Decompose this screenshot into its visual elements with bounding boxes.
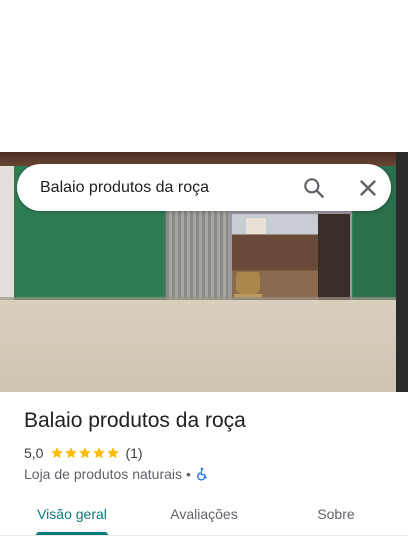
close-icon[interactable] — [355, 175, 381, 201]
tab-divider — [0, 535, 408, 536]
rating-row[interactable]: 5,0 (1) — [24, 444, 143, 462]
map-blank-area — [0, 0, 408, 152]
search-icon[interactable] — [301, 175, 327, 201]
photo-sidewalk — [0, 300, 408, 392]
search-bar — [17, 164, 391, 211]
photo-shop-interior — [318, 214, 350, 308]
tab-about[interactable]: Sobre — [286, 496, 386, 536]
rating-value: 5,0 — [24, 445, 44, 461]
tab-overview[interactable]: Visão geral — [22, 496, 122, 536]
search-input[interactable] — [40, 164, 290, 211]
star-rating — [50, 446, 120, 460]
photo-rolling-shutter — [165, 210, 231, 304]
wheelchair-icon[interactable] — [195, 467, 209, 481]
photo-sign — [246, 218, 266, 234]
photo-wall-left — [0, 166, 14, 306]
separator: • — [186, 466, 191, 482]
star-icon — [51, 447, 64, 459]
star-icon — [65, 447, 78, 459]
star-icon — [107, 447, 120, 459]
category-row: Loja de produtos naturais • — [24, 465, 209, 483]
photo-pole — [396, 152, 408, 392]
place-title: Balaio produtos da roça — [24, 409, 246, 432]
tab-bar: Visão geral Avaliações Sobre — [0, 496, 408, 536]
tab-reviews[interactable]: Avaliações — [154, 496, 254, 536]
star-icon — [93, 447, 106, 459]
photo-basket — [236, 272, 260, 294]
review-count[interactable]: (1) — [125, 445, 142, 461]
star-icon — [79, 447, 92, 459]
place-category[interactable]: Loja de produtos naturais — [24, 466, 182, 482]
